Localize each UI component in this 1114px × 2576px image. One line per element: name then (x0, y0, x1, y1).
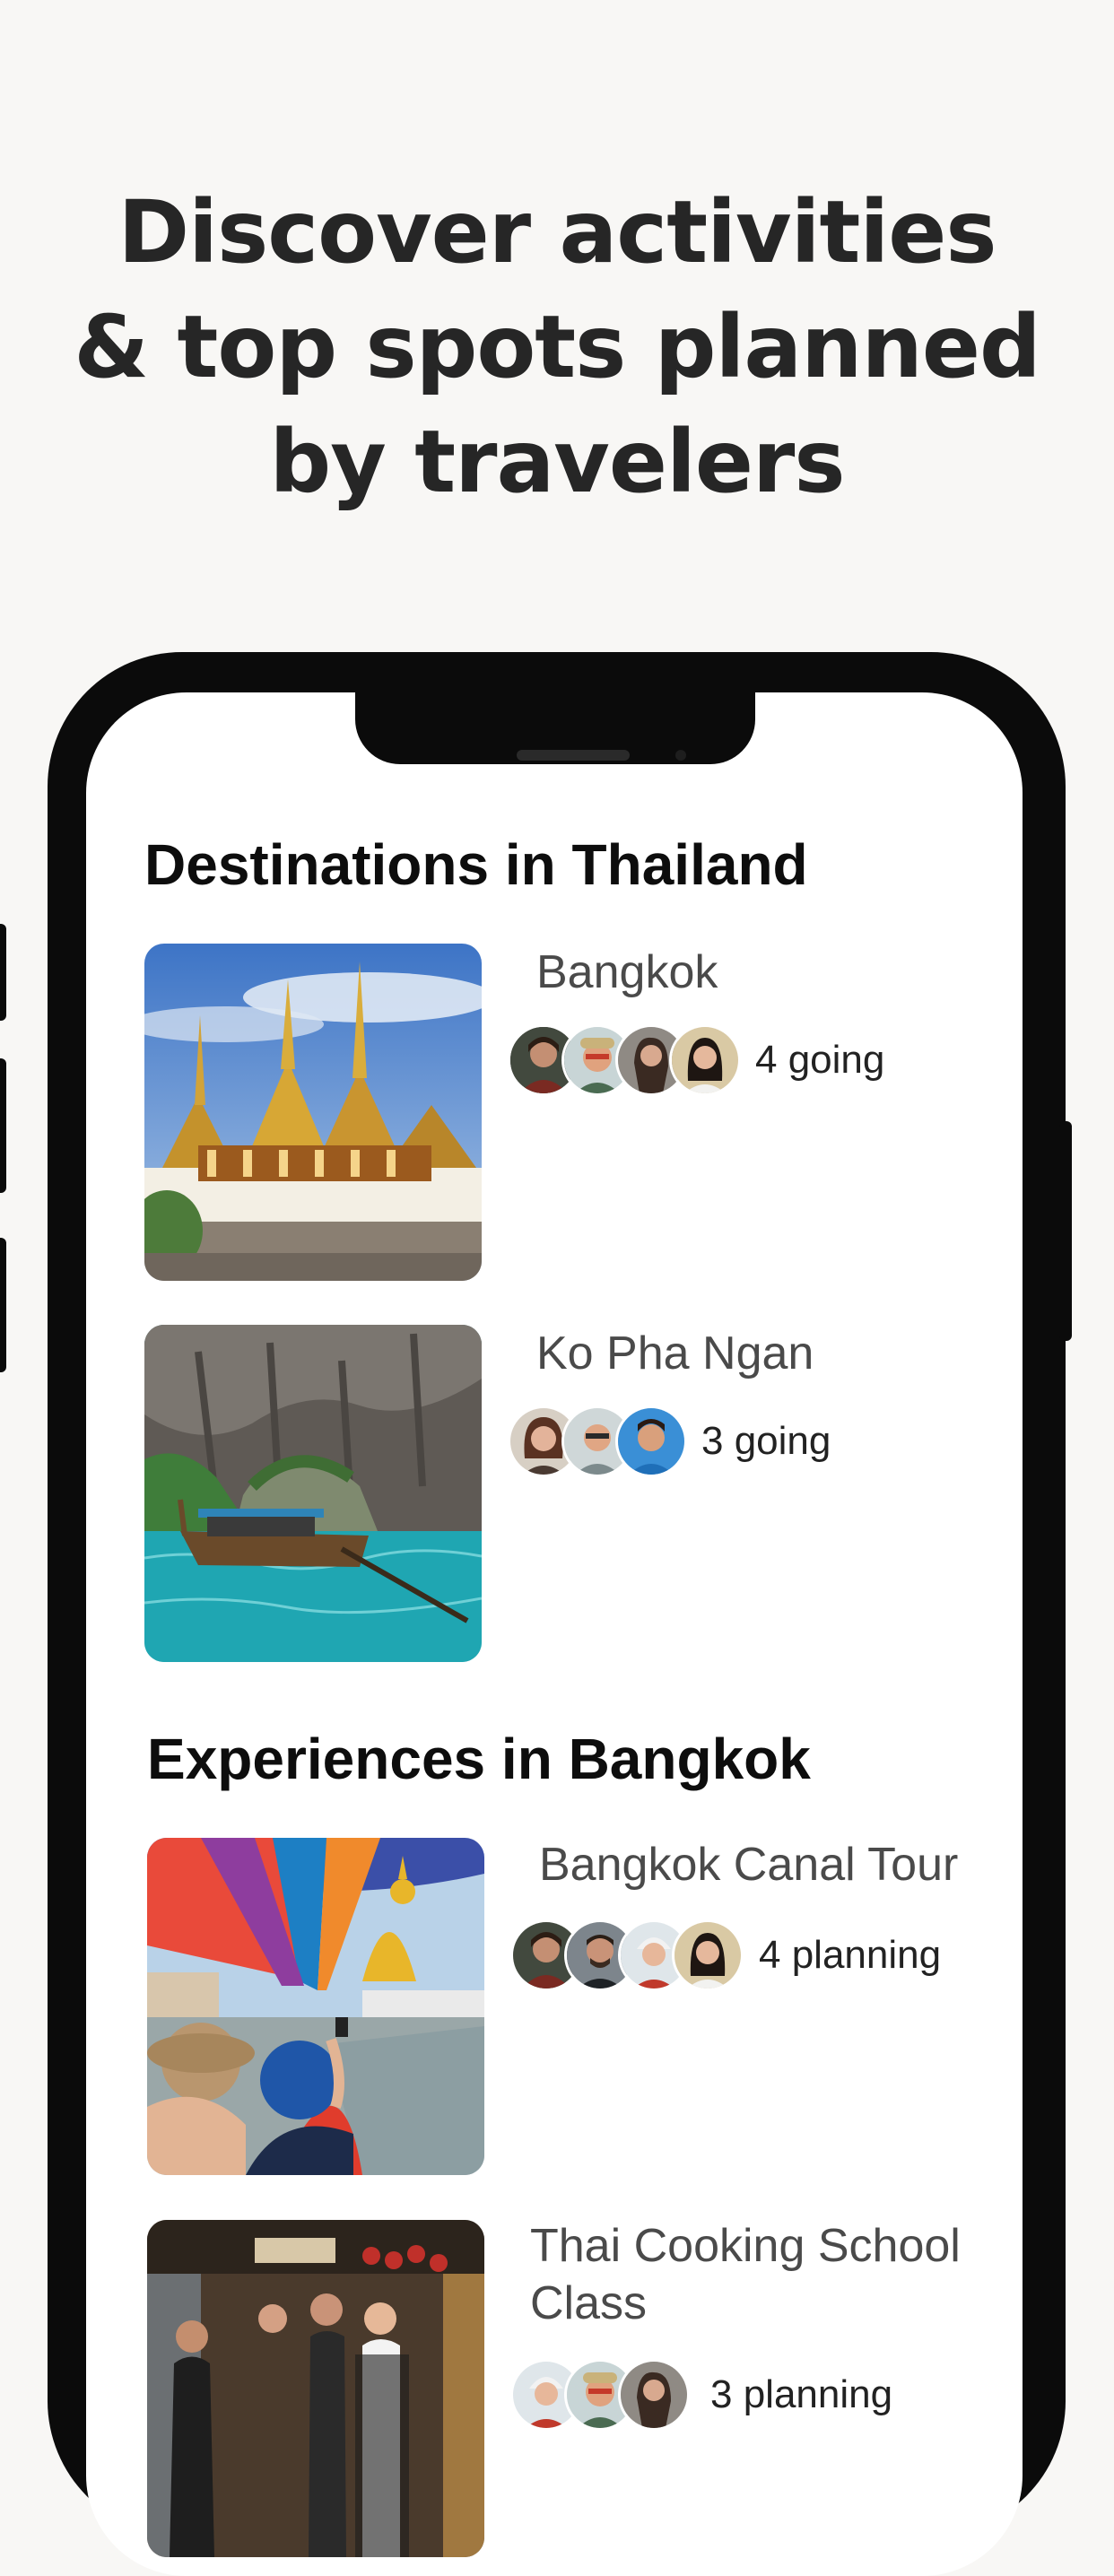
experience-name-line-2: Class (530, 2277, 648, 2329)
destination-name: Ko Pha Ngan (536, 1327, 814, 1379)
phone-power-button (1059, 1121, 1072, 1341)
going-count: 3 going (701, 1419, 831, 1463)
destinations-section-title: Destinations in Thailand (144, 832, 808, 897)
experiences-section-title: Experiences in Bangkok (147, 1727, 811, 1791)
phone-notch (355, 692, 755, 764)
page-headline: Discover activities & top spots planned … (0, 175, 1114, 519)
cooking-class-photo (147, 2220, 484, 2557)
planning-count: 4 planning (759, 1933, 942, 1977)
canal-tour-photo (147, 1838, 484, 2175)
bangkok-temple-photo (144, 944, 482, 1281)
headline-line-2: & top spots planned (74, 297, 1040, 397)
planning-count: 3 planning (710, 2372, 893, 2416)
experience-name-line-1: Thai Cooking School (530, 2220, 961, 2272)
avatar (669, 1024, 741, 1096)
headline-line-3: by travelers (269, 412, 846, 512)
experience-name: Bangkok Canal Tour (539, 1839, 959, 1891)
avatar (672, 1919, 744, 1991)
traveler-avatars (510, 2359, 690, 2431)
phone-mute-switch (0, 924, 6, 1021)
phone-volume-up (0, 1058, 6, 1193)
phone-volume-down (0, 1238, 6, 1372)
destination-name: Bangkok (536, 946, 718, 998)
headline-line-1: Discover activities (117, 182, 997, 283)
experience-name: Thai Cooking School Class (530, 2217, 961, 2332)
going-count: 4 going (755, 1038, 885, 1082)
phone-screen: Destinations in Thailand Bangkok 4 going… (86, 692, 1023, 2576)
traveler-avatars (508, 1405, 687, 1477)
traveler-avatars (508, 1024, 741, 1096)
avatar (618, 2359, 690, 2431)
front-camera (675, 750, 686, 761)
speaker-grille (517, 750, 630, 761)
avatar (615, 1405, 687, 1477)
traveler-avatars (510, 1919, 744, 1991)
ko-pha-ngan-boat-photo (144, 1325, 482, 1662)
